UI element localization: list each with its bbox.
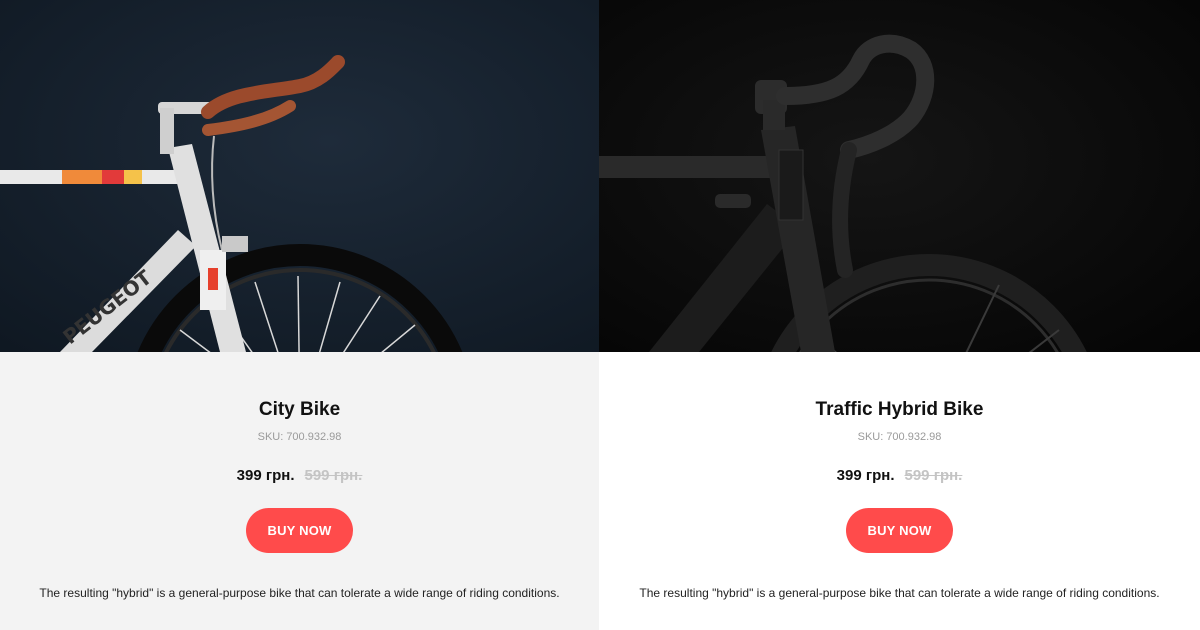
product-description: The resulting "hybrid" is a general-purp… xyxy=(39,586,560,600)
sku-label: SKU: xyxy=(857,431,884,443)
product-card: Traffic Hybrid Bike SKU: 700.932.98 399 г… xyxy=(599,0,1200,630)
product-sku: SKU: 700.932.98 xyxy=(858,430,942,444)
product-info: City Bike SKU: 700.932.98 399 грн. 599 гр… xyxy=(0,352,599,630)
product-title[interactable]: City Bike xyxy=(259,398,340,422)
product-description: The resulting "hybrid" is a general-purp… xyxy=(639,586,1160,600)
product-sku: SKU: 700.932.98 xyxy=(258,430,342,444)
product-image[interactable]: PEUGEOT xyxy=(0,0,599,352)
product-card: PEUGEOT City Bike SKU: 700.932.98 399 гр… xyxy=(0,0,599,630)
current-price: 399 грн. xyxy=(236,467,295,484)
buy-now-button[interactable]: BUY NOW xyxy=(246,508,353,553)
old-price: 599 грн. xyxy=(904,467,963,484)
product-image[interactable] xyxy=(599,0,1200,352)
current-price: 399 грн. xyxy=(836,467,895,484)
buy-now-button[interactable]: BUY NOW xyxy=(846,508,953,553)
city-bike-photo: PEUGEOT xyxy=(0,0,599,352)
sku-label: SKU: xyxy=(257,431,284,443)
product-grid: PEUGEOT City Bike SKU: 700.932.98 399 гр… xyxy=(0,0,1200,630)
product-title[interactable]: Traffic Hybrid Bike xyxy=(816,398,984,422)
old-price: 599 грн. xyxy=(304,467,363,484)
sku-value: 700.932.98 xyxy=(286,431,342,443)
price-row: 399 грн. 599 грн. xyxy=(237,466,363,486)
hybrid-bike-photo xyxy=(599,0,1200,352)
sku-value: 700.932.98 xyxy=(886,431,942,443)
product-info: Traffic Hybrid Bike SKU: 700.932.98 399 г… xyxy=(599,352,1200,630)
price-row: 399 грн. 599 грн. xyxy=(837,466,963,486)
